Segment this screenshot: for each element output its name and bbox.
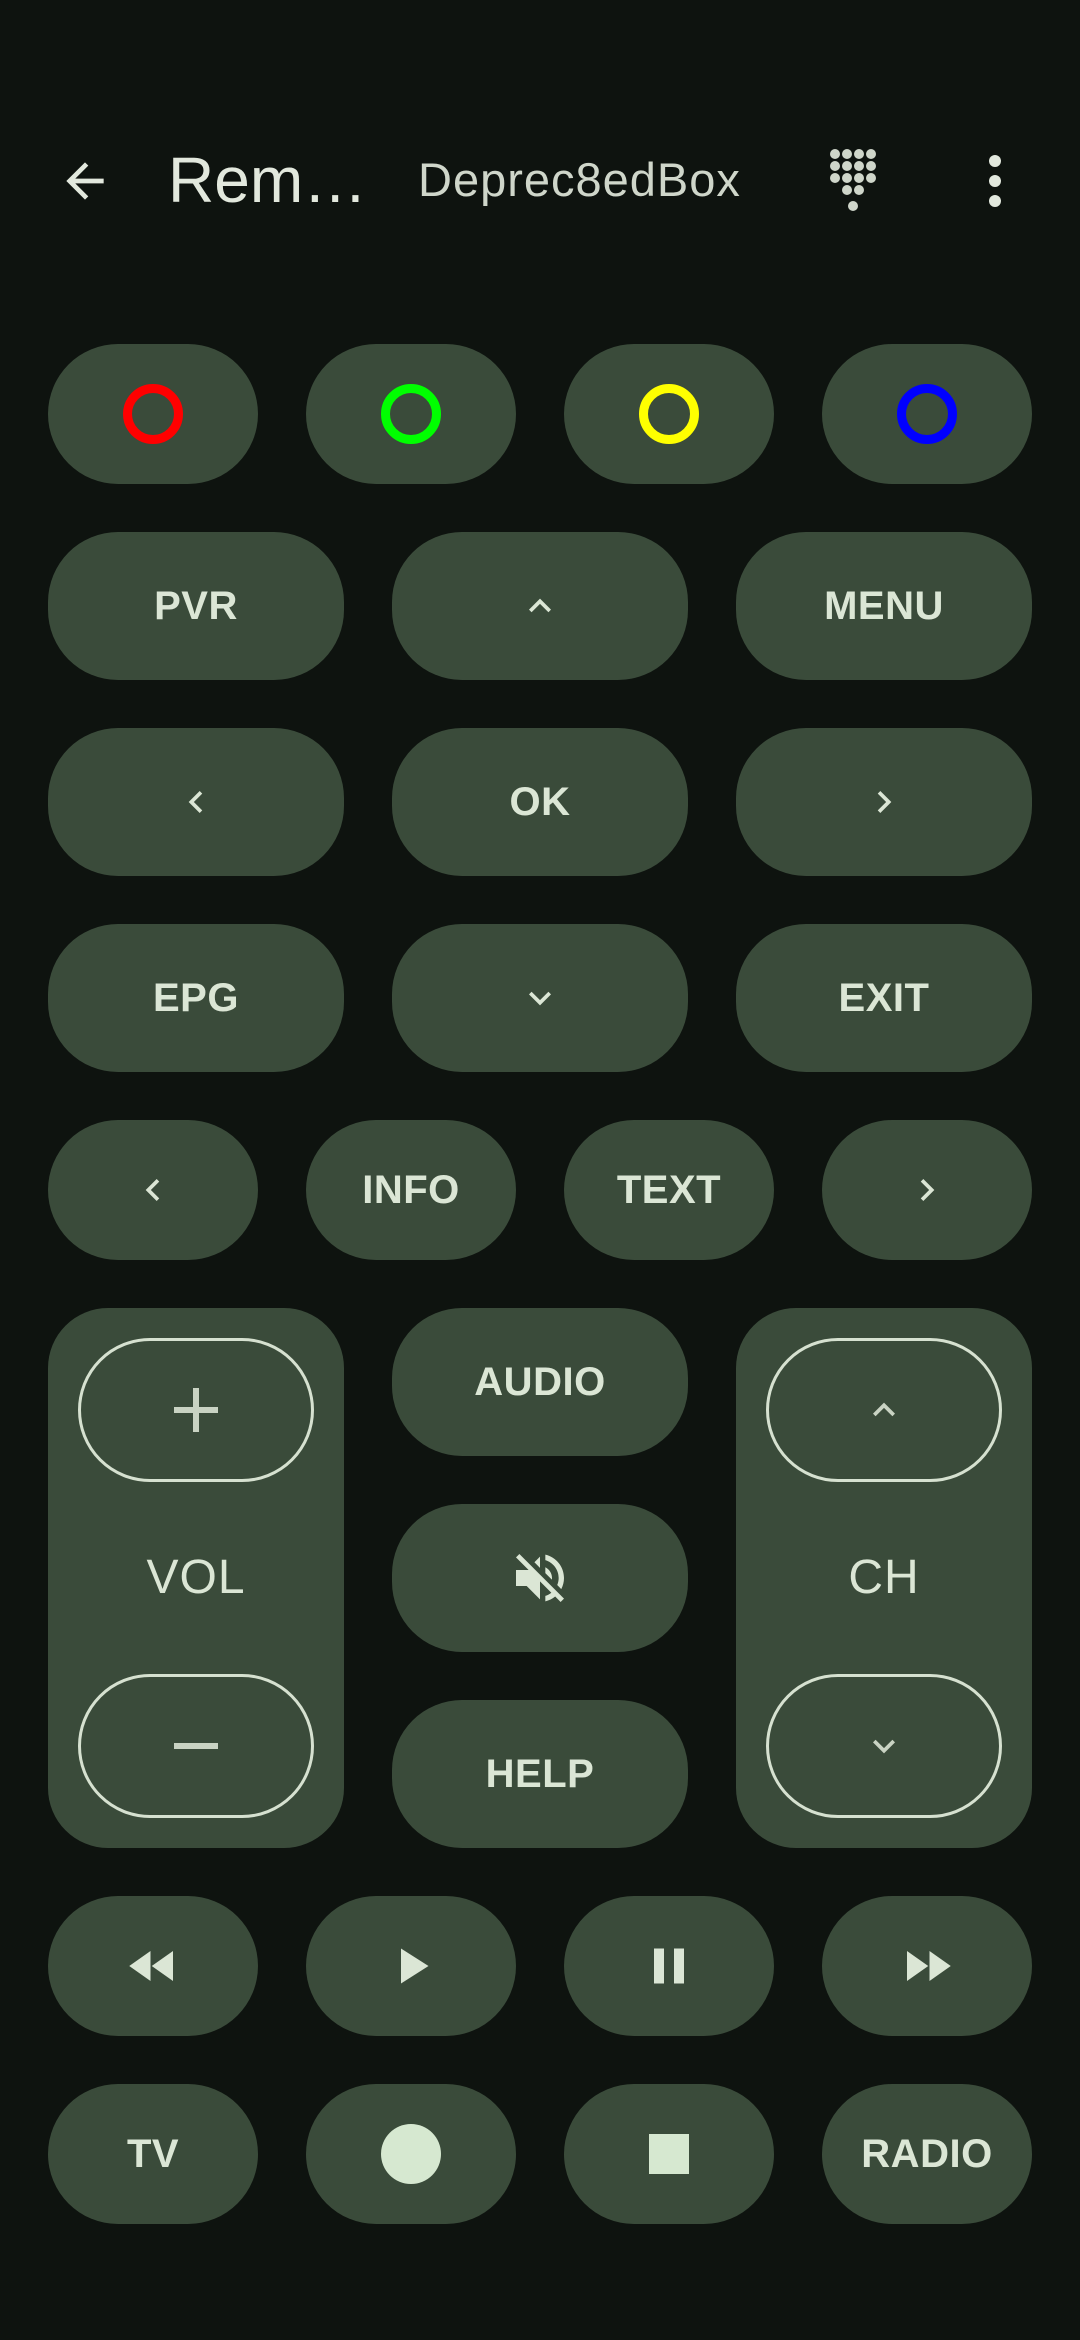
menu-button[interactable]: MENU — [736, 532, 1032, 680]
epg-button[interactable]: EPG — [48, 924, 344, 1072]
red-button[interactable] — [48, 344, 258, 484]
fast-forward-button[interactable] — [822, 1896, 1032, 2036]
play-icon — [401, 1948, 429, 1984]
rewind-button[interactable] — [48, 1896, 258, 2036]
record-icon — [381, 2124, 441, 2184]
more-vert-icon — [989, 155, 1001, 207]
pause-button[interactable] — [564, 1896, 774, 2036]
blue-ring-icon — [897, 384, 957, 444]
next-button[interactable] — [822, 1120, 1032, 1260]
chevron-down-icon — [529, 991, 551, 1006]
exit-button[interactable]: EXIT — [736, 924, 1032, 1072]
channel-rocker: CH — [736, 1308, 1032, 1848]
left-button[interactable] — [48, 728, 344, 876]
audio-button[interactable]: AUDIO — [392, 1308, 688, 1456]
rewind-icon — [129, 1951, 173, 1981]
back-button[interactable] — [40, 136, 130, 226]
info-button[interactable]: INFO — [306, 1120, 516, 1260]
down-button[interactable] — [392, 924, 688, 1072]
radio-button[interactable]: RADIO — [822, 2084, 1032, 2224]
page-title: Rem… — [168, 144, 368, 216]
stop-icon — [649, 2134, 689, 2174]
volume-rocker: VOL — [48, 1308, 344, 1848]
ok-button[interactable]: OK — [392, 728, 688, 876]
keypad-button[interactable] — [810, 136, 900, 226]
yellow-ring-icon — [639, 384, 699, 444]
green-button[interactable] — [306, 344, 516, 484]
chevron-left-icon — [145, 1179, 160, 1201]
previous-button[interactable] — [48, 1120, 258, 1260]
right-button[interactable] — [736, 728, 1032, 876]
chevron-right-icon — [877, 791, 892, 813]
stop-button[interactable] — [564, 2084, 774, 2224]
pvr-button[interactable]: PVR — [48, 532, 344, 680]
channel-up-button[interactable] — [766, 1338, 1002, 1482]
chevron-right-icon — [920, 1179, 935, 1201]
up-button[interactable] — [392, 532, 688, 680]
play-button[interactable] — [306, 1896, 516, 2036]
yellow-button[interactable] — [564, 344, 774, 484]
volume-up-button[interactable] — [78, 1338, 314, 1482]
volume-off-icon — [516, 1554, 564, 1602]
channel-label: CH — [848, 1551, 920, 1604]
minus-icon — [174, 1743, 218, 1749]
mute-button[interactable] — [392, 1504, 688, 1652]
pause-icon — [654, 1948, 684, 1984]
volume-label: VOL — [146, 1551, 246, 1604]
chevron-up-icon — [873, 1402, 895, 1417]
green-ring-icon — [381, 384, 441, 444]
help-button[interactable]: HELP — [392, 1700, 688, 1848]
record-button[interactable] — [306, 2084, 516, 2224]
fast-forward-icon — [907, 1951, 951, 1981]
plus-icon — [174, 1388, 218, 1432]
chevron-up-icon — [529, 598, 551, 613]
arrow-left-icon — [66, 162, 104, 200]
chevron-left-icon — [188, 791, 203, 813]
dialpad-icon — [830, 149, 876, 211]
volume-down-button[interactable] — [78, 1674, 314, 1818]
device-name[interactable]: Deprec8edBox — [418, 145, 741, 215]
more-options-button[interactable] — [955, 136, 1035, 226]
text-button[interactable]: TEXT — [564, 1120, 774, 1260]
red-ring-icon — [123, 384, 183, 444]
blue-button[interactable] — [822, 344, 1032, 484]
channel-down-button[interactable] — [766, 1674, 1002, 1818]
chevron-down-icon — [873, 1739, 895, 1754]
tv-button[interactable]: TV — [48, 2084, 258, 2224]
